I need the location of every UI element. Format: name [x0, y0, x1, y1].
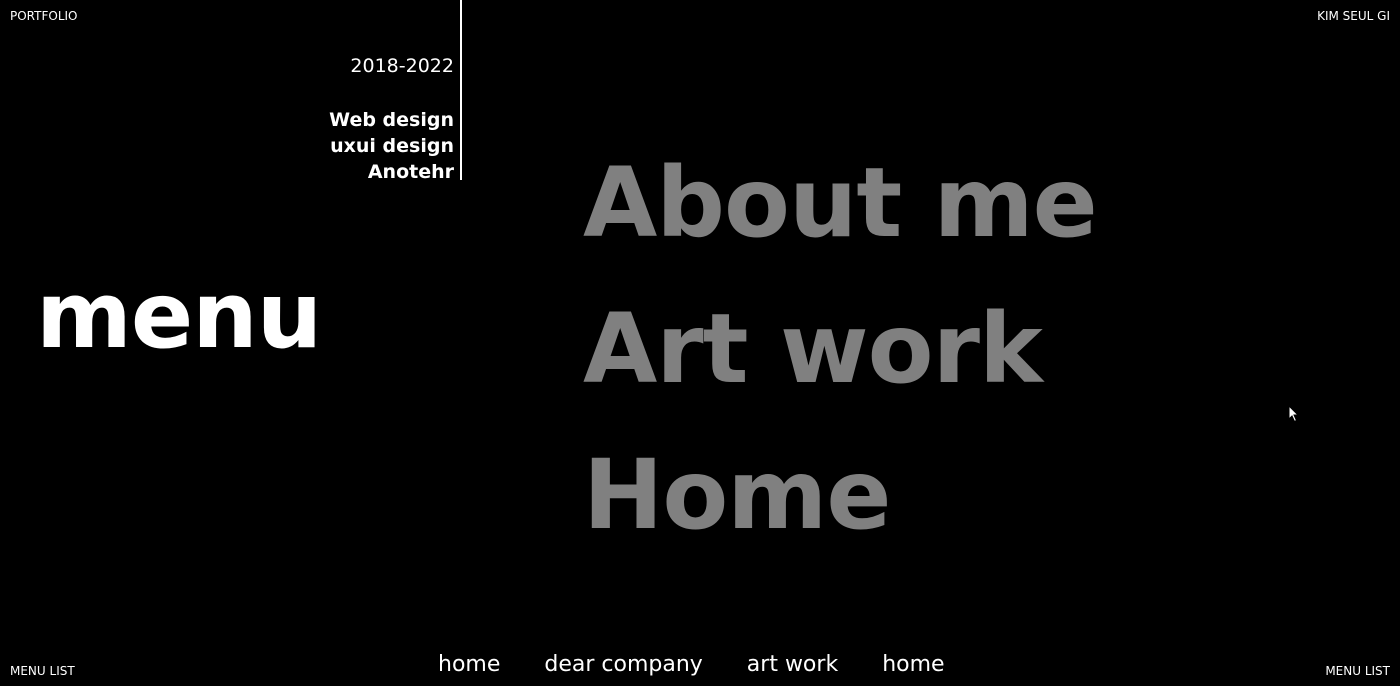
author-name: KIM SEUL GI	[1317, 9, 1390, 23]
category-item-web-design: Web design	[329, 109, 454, 131]
bottom-nav: home dear company art work home	[438, 652, 945, 677]
bottom-nav-home[interactable]: home	[438, 652, 500, 677]
category-list: Web design uxui design Anotehr	[329, 107, 454, 185]
years-range: 2018-2022	[350, 55, 454, 77]
category-item-another: Anotehr	[367, 161, 454, 183]
category-item-uxui-design: uxui design	[330, 135, 454, 157]
bottom-nav-dear-company[interactable]: dear company	[544, 652, 702, 677]
portfolio-label[interactable]: PORTFOLIO	[10, 9, 78, 23]
vertical-divider	[460, 0, 462, 180]
menu-list-left[interactable]: MENU LIST	[10, 664, 75, 678]
main-menu: About me Art work Home	[583, 130, 1098, 568]
menu-list-right[interactable]: MENU LIST	[1325, 664, 1390, 678]
bottom-nav-home-2[interactable]: home	[882, 652, 944, 677]
menu-link-about-me[interactable]: About me	[583, 130, 1098, 276]
mouse-cursor-icon	[1288, 405, 1300, 423]
page-title: menu	[36, 262, 322, 369]
bottom-nav-art-work[interactable]: art work	[747, 652, 838, 677]
menu-link-home[interactable]: Home	[583, 422, 1097, 568]
menu-link-art-work[interactable]: Art work	[583, 276, 1097, 422]
